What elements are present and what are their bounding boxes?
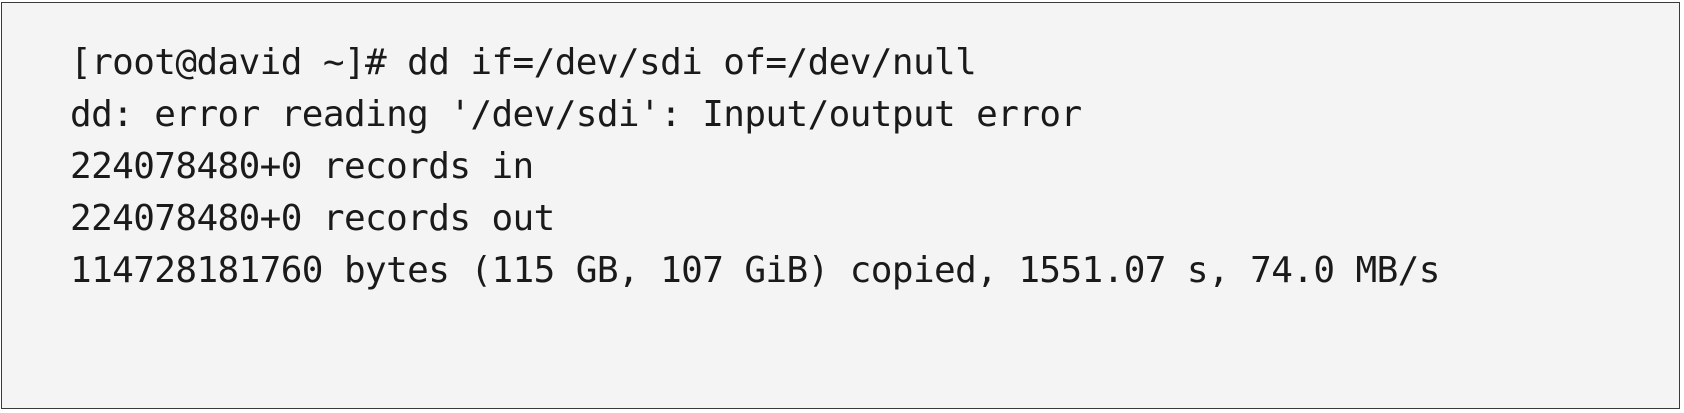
terminal-output: [root@david ~]# dd if=/dev/sdi of=/dev/n… (70, 37, 1440, 297)
terminal-records-in-line: 224078480+0 records in (70, 146, 534, 187)
terminal-error-line: dd: error reading '/dev/sdi': Input/outp… (70, 94, 1082, 135)
terminal-command-line: [root@david ~]# dd if=/dev/sdi of=/dev/n… (70, 42, 977, 83)
terminal-summary-line: 114728181760 bytes (115 GB, 107 GiB) cop… (70, 250, 1440, 291)
terminal-window[interactable]: [root@david ~]# dd if=/dev/sdi of=/dev/n… (1, 2, 1680, 409)
terminal-records-out-line: 224078480+0 records out (70, 198, 555, 239)
